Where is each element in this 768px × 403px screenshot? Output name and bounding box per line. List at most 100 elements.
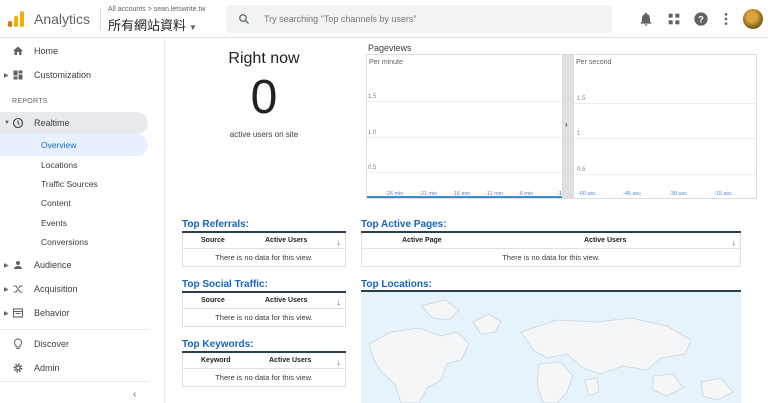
sort-descending-icon[interactable]: ↓: [337, 357, 342, 367]
world-map-graphic: [368, 299, 734, 403]
y-tick-label: 1.0: [368, 130, 377, 136]
column-header-active-users[interactable]: Active Users: [584, 237, 626, 244]
sort-descending-icon[interactable]: ↓: [337, 297, 342, 307]
bell-icon[interactable]: [638, 11, 654, 27]
sidebar-item-label: Acquisition: [34, 284, 78, 294]
column-header-active-page[interactable]: Active Page: [402, 237, 442, 244]
table-header: Source Active Users ↓: [182, 293, 346, 309]
search-icon: [239, 14, 249, 24]
sort-descending-icon[interactable]: ↓: [732, 237, 737, 247]
collapse-sidebar-icon[interactable]: ‹: [133, 389, 136, 400]
x-tick-label: -30 sec: [669, 191, 688, 197]
sidebar-item-discover[interactable]: Discover: [0, 333, 148, 355]
help-icon[interactable]: ?: [693, 11, 709, 27]
per-minute-label: Per minute: [369, 59, 403, 66]
sidebar-subitem-label: Conversions: [41, 237, 89, 247]
app-name: Analytics: [34, 11, 91, 27]
y-tick-label: 1.5: [577, 96, 586, 102]
gridline: [574, 138, 756, 139]
per-minute-chart: Per minute 1.5 1.0 0.5 -26 min -21 min -…: [366, 54, 563, 199]
column-header-keyword[interactable]: Keyword: [201, 357, 231, 364]
top-active-pages-title: Top Active Pages:: [361, 219, 447, 230]
x-tick-label: -15 sec: [714, 191, 733, 197]
dashboard-icon: [13, 70, 23, 80]
avatar[interactable]: [743, 9, 763, 29]
more-vert-icon[interactable]: [718, 11, 734, 27]
column-header-active-users[interactable]: Active Users: [265, 297, 307, 304]
sidebar-item-label: Discover: [34, 339, 70, 349]
y-tick-label: 0.5: [368, 165, 377, 171]
sidebar-item-home[interactable]: Home: [0, 40, 148, 62]
top-social-traffic-title: Top Social Traffic:: [182, 279, 268, 290]
lightbulb-icon: [14, 338, 22, 349]
empty-message: There is no data for this view.: [182, 249, 346, 267]
sidebar-item-realtime[interactable]: ▼ Realtime: [0, 112, 148, 134]
top-bar: Analytics All accounts > sean.letswrite.…: [0, 0, 768, 38]
column-header-source[interactable]: Source: [201, 237, 225, 244]
sidebar-subitem-label: Traffic Sources: [41, 179, 98, 189]
sidebar-subitem-label: Content: [41, 198, 71, 208]
empty-message: There is no data for this view.: [182, 369, 346, 387]
sidebar-item-label: Admin: [34, 363, 60, 373]
expand-arrow-icon: ▶: [4, 286, 9, 293]
behavior-icon: [12, 308, 24, 318]
gridline: [574, 174, 756, 175]
column-header-active-users[interactable]: Active Users: [265, 237, 307, 244]
reports-section-label: REPORTS: [12, 98, 48, 105]
gridline: [367, 137, 562, 138]
sort-descending-icon[interactable]: ↓: [337, 237, 342, 247]
collapse-arrow-icon: ▼: [4, 120, 10, 126]
world-map[interactable]: [361, 292, 741, 403]
pageviews-title: Pageviews: [368, 43, 412, 53]
account-selector[interactable]: 所有網站資料 ▼: [108, 15, 197, 34]
column-header-source[interactable]: Source: [201, 297, 225, 304]
column-header-active-users[interactable]: Active Users: [269, 357, 311, 364]
table-header: Keyword Active Users ↓: [182, 353, 346, 369]
sidebar-item-label: Behavior: [34, 308, 70, 318]
top-social-traffic-table: Source Active Users ↓ There is no data f…: [182, 291, 346, 327]
sidebar-item-label: Home: [34, 46, 59, 56]
empty-message: There is no data for this view.: [182, 309, 346, 327]
sidebar-item-behavior[interactable]: ▶ Behavior: [0, 302, 148, 324]
right-now-widget: Right now 0 active users on site: [186, 50, 342, 139]
apps-icon[interactable]: [666, 11, 682, 27]
expand-arrow-icon: ▶: [4, 310, 9, 317]
sidebar-subitem-label: Overview: [41, 140, 77, 150]
sidebar-item-admin[interactable]: Admin: [0, 357, 148, 379]
table-header: Active Page Active Users ↓: [361, 233, 741, 249]
top-referrals-table: Source Active Users ↓ There is no data f…: [182, 231, 346, 267]
top-active-pages-table: Active Page Active Users ↓ There is no d…: [361, 231, 741, 267]
analytics-logo-icon[interactable]: [8, 11, 24, 27]
sidebar-item-acquisition[interactable]: ▶ Acquisition: [0, 278, 148, 300]
sidebar-item-label: Realtime: [34, 118, 70, 128]
caret-down-icon: ▼: [189, 23, 197, 32]
top-keywords-table: Keyword Active Users ↓ There is no data …: [182, 351, 346, 387]
breadcrumb[interactable]: All accounts > sean.letswrite.tw: [108, 6, 205, 13]
clock-icon: [12, 117, 24, 129]
gridline: [367, 172, 562, 173]
gear-icon: [13, 363, 23, 373]
active-users-count: 0: [250, 71, 278, 124]
account-name: 所有網站資料: [108, 18, 187, 33]
x-tick-label: -60 sec: [578, 191, 597, 197]
sidebar-subitem-label: Locations: [41, 160, 78, 170]
search-bar[interactable]: [226, 5, 612, 33]
sidebar-divider: [0, 329, 150, 330]
y-tick-label: 0.5: [577, 167, 586, 173]
x-tick-label: -45 sec: [623, 191, 642, 197]
per-second-label: Per second: [576, 59, 612, 66]
empty-message: There is no data for this view.: [361, 249, 741, 267]
right-now-title: Right now: [228, 50, 300, 67]
y-tick-label: 1: [577, 131, 581, 137]
chevron-right-icon: ›: [565, 120, 568, 129]
sidebar-subitem-overview[interactable]: Overview: [0, 134, 148, 156]
sidebar-item-customization[interactable]: ▶ Customization: [0, 64, 148, 86]
sidebar-subitem-conversions[interactable]: Conversions: [0, 231, 148, 253]
per-second-chart: Per second 1.5 1 0.5 -60 sec -45 sec -30…: [573, 54, 757, 199]
search-input[interactable]: [264, 11, 594, 27]
chart-toggle[interactable]: ›: [563, 54, 573, 199]
acquisition-icon: [13, 285, 23, 293]
sidebar-item-audience[interactable]: ▶ Audience: [0, 254, 148, 276]
sidebar-subitem-content[interactable]: Content: [0, 192, 148, 214]
sidebar-item-label: Audience: [34, 260, 72, 270]
